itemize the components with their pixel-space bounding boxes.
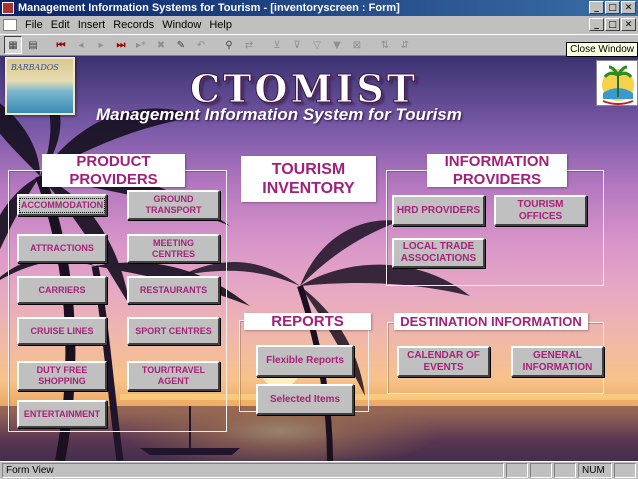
- calendar-of-events-button[interactable]: CALENDAR OF EVENTS: [397, 346, 490, 377]
- sport-centres-button[interactable]: SPORT CENTRES: [127, 317, 220, 345]
- flexible-reports-button[interactable]: Flexible Reports: [256, 345, 354, 377]
- doc-minimize-button[interactable]: _: [589, 18, 604, 31]
- window-title: Management Information Systems for Touri…: [18, 2, 400, 14]
- maximize-button[interactable]: □: [605, 1, 620, 14]
- selected-items-button[interactable]: Selected Items: [256, 384, 354, 415]
- reports-label: REPORTS: [244, 313, 371, 330]
- tourism-offices-button-label: TOURISM OFFICES: [517, 198, 564, 222]
- new-record-icon[interactable]: ▸*: [132, 36, 150, 54]
- entertainment-button[interactable]: ENTERTAINMENT: [17, 400, 107, 428]
- last-record-icon[interactable]: ⏭: [112, 36, 130, 54]
- menu-window[interactable]: Window: [158, 19, 205, 31]
- toolbar-separator: [368, 36, 374, 54]
- doc-close-button[interactable]: ✕: [621, 18, 636, 31]
- meeting-centres-button-label: MEETING CENTRES: [151, 237, 195, 259]
- remove-filter-icon[interactable]: ▼: [328, 36, 346, 54]
- status-indicator: [530, 463, 552, 478]
- title-bar: Management Information Systems for Touri…: [0, 0, 638, 16]
- status-indicator: [506, 463, 528, 478]
- general-information-button[interactable]: GENERAL INFORMATION: [511, 346, 604, 377]
- duty-free-shopping-button[interactable]: DUTY FREE SHOPPING: [17, 361, 107, 391]
- carriers-button[interactable]: CARRIERS: [17, 276, 107, 304]
- information-providers-label: INFORMATION PROVIDERS: [427, 153, 567, 188]
- first-record-icon[interactable]: ⏮: [52, 36, 70, 54]
- delete-record-icon[interactable]: ✖: [152, 36, 170, 54]
- inventory-form: BARBADOS CTOMIST Management Information …: [0, 56, 638, 461]
- tourism-offices-button[interactable]: TOURISM OFFICES: [494, 195, 587, 226]
- toolbar-separator: [212, 36, 218, 54]
- form-icon[interactable]: [3, 19, 17, 31]
- clear-filter-icon[interactable]: ⊠: [348, 36, 366, 54]
- accommodation-button[interactable]: ACCOMMODATION: [17, 194, 107, 216]
- meeting-centres-button[interactable]: MEETING CENTRES: [127, 234, 220, 263]
- toolbar: ▦ ▤ ⏮ ◂ ▸ ⏭ ▸* ✖ ✎ ↶ ⚲ ⇄ ⊻ ⊽ ▽ ▼ ⊠ ⇅ ⇵: [0, 34, 638, 56]
- entertainment-button-label: ENTERTAINMENT: [23, 408, 101, 419]
- menu-file[interactable]: File: [21, 19, 47, 31]
- filter-selection-icon[interactable]: ⊻: [268, 36, 286, 54]
- accommodation-button-label: ACCOMMODATION: [18, 197, 106, 213]
- product-providers-label: PRODUCT PROVIDERS: [42, 153, 185, 188]
- close-button[interactable]: ✕: [621, 1, 636, 14]
- app-icon: [2, 2, 14, 14]
- find-icon[interactable]: ⚲: [220, 36, 238, 54]
- close-window-tooltip: Close Window: [566, 42, 638, 57]
- selected-items-button-label: Selected Items: [269, 393, 341, 405]
- menu-records[interactable]: Records: [109, 19, 158, 31]
- destination-information-label: DESTINATION INFORMATION: [394, 313, 588, 330]
- tourism-inventory-title: TOURISM INVENTORY: [241, 156, 376, 202]
- doc-restore-button[interactable]: □: [605, 18, 620, 31]
- apply-filter-icon[interactable]: ▽: [308, 36, 326, 54]
- menu-bar: File Edit Insert Records Window Help _ □…: [0, 16, 638, 34]
- local-trade-associations-button-label: LOCAL TRADE ASSOCIATIONS: [400, 241, 477, 264]
- menu-insert[interactable]: Insert: [74, 19, 110, 31]
- next-record-icon[interactable]: ▸: [92, 36, 110, 54]
- page-subtitle: Management Information System for Touris…: [96, 105, 462, 124]
- status-text: Form View: [2, 463, 504, 478]
- barbados-logo-text: BARBADOS: [11, 63, 59, 72]
- attractions-button-label: ATTRACTIONS: [30, 243, 94, 253]
- sport-centres-button-label: SPORT CENTRES: [135, 325, 212, 336]
- sort-descending-icon[interactable]: ⇵: [396, 36, 414, 54]
- previous-record-icon[interactable]: ◂: [72, 36, 90, 54]
- caribbean-tourism-logo: [596, 60, 638, 106]
- replace-icon[interactable]: ⇄: [240, 36, 258, 54]
- status-indicator: [614, 463, 636, 478]
- ground-transport-button-label: GROUND TRANSPORT: [145, 194, 202, 215]
- undo-icon[interactable]: ↶: [192, 36, 210, 54]
- cruise-lines-button[interactable]: CRUISE LINES: [17, 317, 107, 345]
- edit-icon[interactable]: ✎: [172, 36, 190, 54]
- form-view-icon[interactable]: ▦: [4, 36, 22, 54]
- restaurants-button-label: RESTAURANTS: [139, 284, 208, 295]
- toolbar-separator: [44, 36, 50, 54]
- local-trade-associations-button[interactable]: LOCAL TRADE ASSOCIATIONS: [392, 238, 485, 268]
- cruise-lines-button-label: CRUISE LINES: [30, 325, 94, 336]
- datasheet-view-icon[interactable]: ▤: [24, 36, 42, 54]
- hrd-providers-button[interactable]: HRD PROVIDERS: [392, 195, 485, 226]
- flexible-reports-button-label: Flexible Reports: [266, 355, 344, 366]
- filter-form-icon[interactable]: ⊽: [288, 36, 306, 54]
- status-indicator: [554, 463, 576, 478]
- tour-travel-agent-button-label: TOUR/TRAVEL AGENT: [141, 365, 206, 386]
- toolbar-separator: [260, 36, 266, 54]
- hrd-providers-button-label: HRD PROVIDERS: [396, 204, 481, 216]
- calendar-of-events-button-label: CALENDAR OF EVENTS: [407, 349, 480, 373]
- attractions-button[interactable]: ATTRACTIONS: [17, 234, 107, 263]
- general-information-button-label: GENERAL INFORMATION: [522, 349, 593, 373]
- sort-ascending-icon[interactable]: ⇅: [376, 36, 394, 54]
- duty-free-shopping-button-label: DUTY FREE SHOPPING: [36, 365, 88, 386]
- restaurants-button[interactable]: RESTAURANTS: [127, 276, 220, 304]
- ground-transport-button[interactable]: GROUND TRANSPORT: [127, 190, 220, 220]
- tour-travel-agent-button[interactable]: TOUR/TRAVEL AGENT: [127, 361, 220, 391]
- minimize-button[interactable]: _: [589, 1, 604, 14]
- num-lock-indicator: NUM: [578, 463, 612, 478]
- barbados-logo: BARBADOS: [5, 57, 75, 115]
- status-bar: Form View NUM: [0, 461, 638, 479]
- menu-help[interactable]: Help: [205, 19, 236, 31]
- carriers-button-label: CARRIERS: [38, 284, 86, 295]
- menu-edit[interactable]: Edit: [47, 19, 74, 31]
- palm-logo-icon: [602, 65, 634, 105]
